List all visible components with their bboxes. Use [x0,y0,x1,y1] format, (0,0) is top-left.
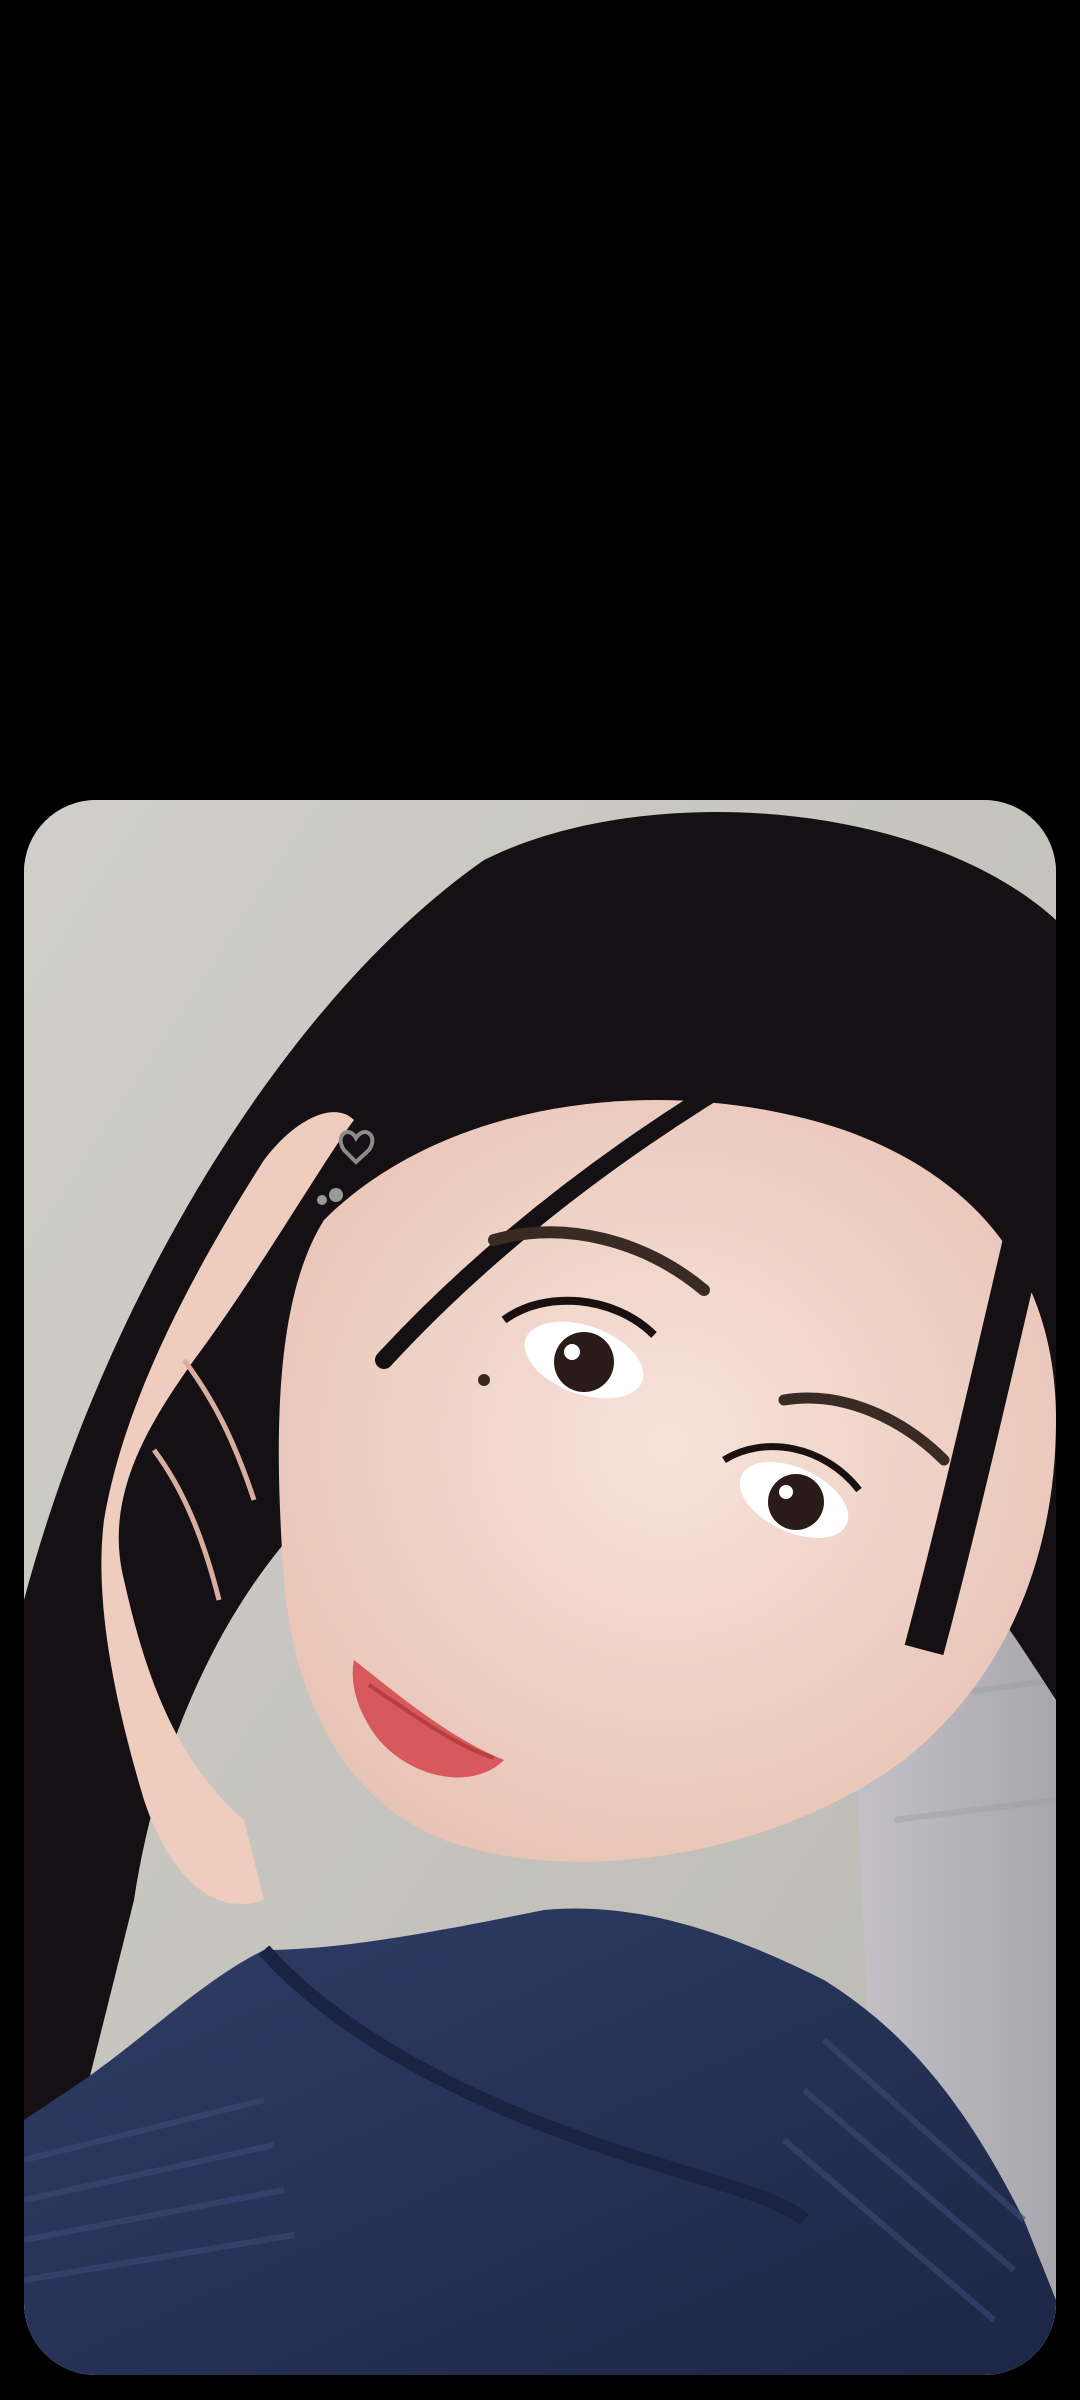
selfie-photo [24,800,1056,2375]
empty-top-area [0,0,1080,800]
photo-viewer-screen [0,0,1080,2400]
photo-card[interactable] [24,800,1056,2375]
